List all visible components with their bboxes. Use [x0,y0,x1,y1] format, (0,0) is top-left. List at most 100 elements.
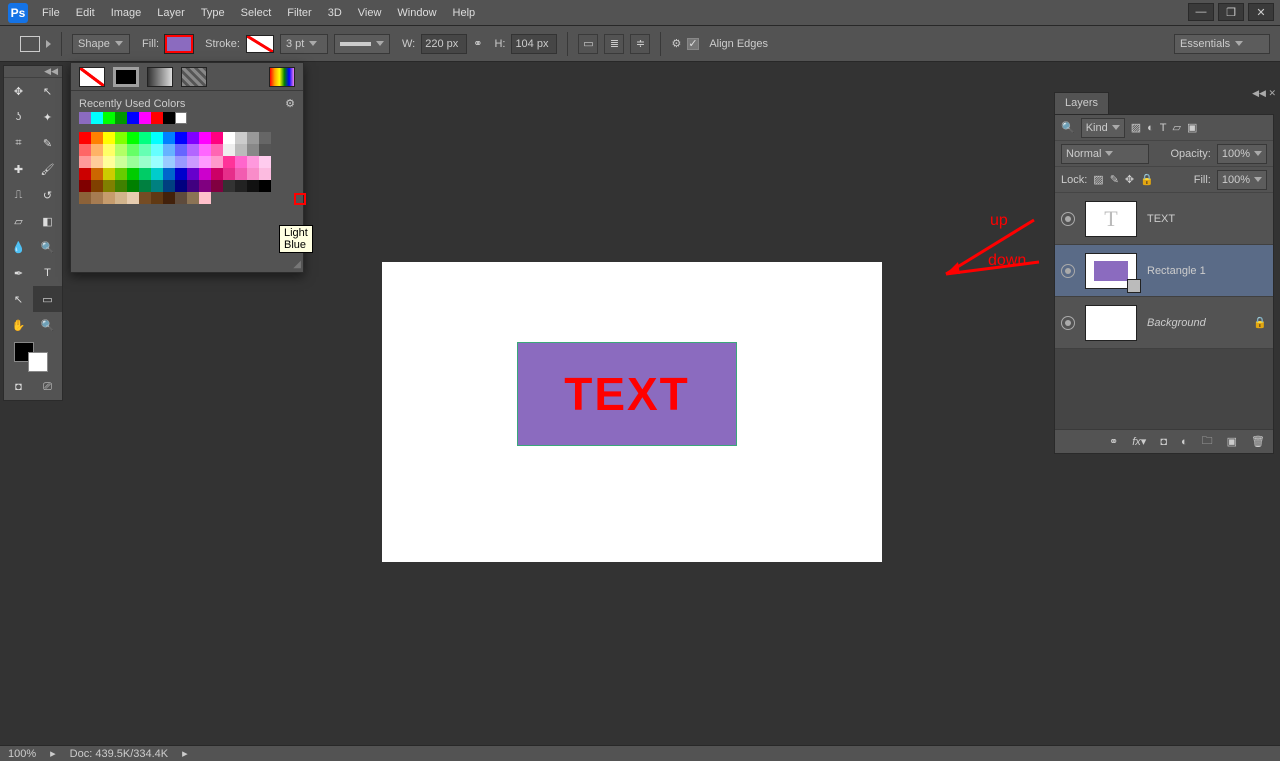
color-swatch[interactable] [235,180,247,192]
color-swatch[interactable] [127,180,139,192]
color-swatch[interactable] [79,192,91,204]
opacity-input[interactable]: 100% [1217,144,1267,164]
color-swatch[interactable] [175,132,187,144]
tool-zoom[interactable]: 🔍 [33,312,62,338]
color-swatch[interactable] [151,168,163,180]
color-swatch[interactable] [247,180,259,192]
color-swatch[interactable] [79,156,91,168]
fill-mode-pattern[interactable] [181,67,207,87]
color-swatch[interactable] [103,168,115,180]
status-expand-icon[interactable]: ▸ [50,747,56,760]
color-swatch[interactable] [115,132,127,144]
color-swatch[interactable] [163,132,175,144]
color-swatch[interactable] [187,192,199,204]
menu-image[interactable]: Image [111,7,142,19]
tool-quick-select[interactable]: ✦ [33,104,62,130]
color-swatch[interactable] [211,132,223,144]
tool-stamp[interactable]: ⎍ [4,182,33,208]
color-swatch[interactable] [127,112,139,124]
filter-adjust-icon[interactable]: ◐ [1147,122,1154,134]
layers-tab[interactable]: Layers [1054,92,1109,114]
adjustment-layer-icon[interactable]: ◐ [1181,436,1188,448]
color-swatch[interactable] [103,144,115,156]
color-swatch[interactable] [211,156,223,168]
menu-type[interactable]: Type [201,7,225,19]
color-swatch[interactable] [211,180,223,192]
doc-info[interactable]: Doc: 439.5K/334.4K [70,748,168,760]
fg-bg-colors[interactable] [4,338,62,374]
color-swatch[interactable] [163,144,175,156]
color-swatch[interactable] [139,168,151,180]
link-layers-icon[interactable]: ⚭ [1109,435,1118,448]
color-swatch[interactable] [187,132,199,144]
height-input[interactable] [511,34,557,54]
color-swatch[interactable] [79,168,91,180]
color-swatch[interactable] [175,168,187,180]
menu-view[interactable]: View [358,7,382,19]
tool-eyedropper[interactable]: ✎ [33,130,62,156]
color-swatch[interactable] [103,180,115,192]
tool-select-arrow[interactable]: ↖ [33,78,62,104]
color-swatch[interactable] [127,168,139,180]
tool-quickmask[interactable]: ◘ [4,374,33,400]
color-swatch[interactable] [91,180,103,192]
color-swatch[interactable] [91,168,103,180]
color-swatch[interactable] [91,156,103,168]
lock-all-icon[interactable]: 🔒 [1140,173,1154,186]
color-swatch[interactable] [163,180,175,192]
menu-window[interactable]: Window [397,7,436,19]
color-swatch[interactable] [115,192,127,204]
tool-blur[interactable]: 💧 [4,234,33,260]
color-swatch[interactable] [187,144,199,156]
tool-path-select[interactable]: ↖ [4,286,33,312]
color-swatch[interactable] [163,168,175,180]
doc-info-more-icon[interactable]: ▸ [182,747,188,760]
document-canvas[interactable]: TEXT [382,262,882,562]
path-align-button[interactable]: ≣ [604,34,624,54]
color-swatch[interactable] [91,132,103,144]
tool-pen[interactable]: ✒ [4,260,33,286]
color-swatch[interactable] [79,180,91,192]
color-swatch[interactable] [175,112,187,124]
close-button[interactable]: ✕ [1248,3,1274,21]
width-input[interactable] [421,34,467,54]
color-swatch[interactable] [247,156,259,168]
layer-item-background[interactable]: Background 🔒 [1055,297,1273,349]
color-swatch[interactable] [79,144,91,156]
color-swatch[interactable] [103,132,115,144]
color-swatch[interactable] [139,156,151,168]
color-swatch[interactable] [115,112,127,124]
color-swatch[interactable] [259,144,271,156]
zoom-value[interactable]: 100% [8,748,36,760]
lock-position-icon[interactable]: ✥ [1125,173,1134,186]
menu-edit[interactable]: Edit [76,7,95,19]
layer-filter-dropdown[interactable]: Kind [1081,118,1125,138]
color-swatch[interactable] [187,180,199,192]
link-wh-icon[interactable]: ⚭ [473,37,482,50]
color-swatch[interactable] [223,156,235,168]
color-swatch[interactable] [115,144,127,156]
gear-icon[interactable]: ⚙ [671,37,681,50]
color-swatch[interactable] [235,132,247,144]
color-swatch[interactable] [187,156,199,168]
visibility-toggle[interactable] [1061,212,1075,226]
color-swatch[interactable] [151,132,163,144]
fill-mode-solid[interactable] [113,67,139,87]
path-arrange-button[interactable]: ≑ [630,34,650,54]
tool-hand[interactable]: ✋ [4,312,33,338]
color-swatch[interactable] [79,112,91,124]
color-swatch[interactable] [199,156,211,168]
tool-type[interactable]: T [33,260,62,286]
align-edges-checkbox[interactable] [687,38,699,50]
color-swatch[interactable] [223,132,235,144]
color-swatch[interactable] [259,156,271,168]
tool-mode-dropdown[interactable]: Shape [72,34,130,54]
color-swatch[interactable] [235,156,247,168]
tool-dodge[interactable]: 🔍 [33,234,62,260]
tool-rectangle[interactable]: ▭ [33,286,62,312]
layer-group-icon[interactable]: 🗀 [1202,432,1213,451]
fill-swatch[interactable] [165,35,193,53]
color-swatch[interactable] [175,144,187,156]
tool-lasso[interactable]: ʖ [4,104,33,130]
color-swatch[interactable] [139,112,151,124]
